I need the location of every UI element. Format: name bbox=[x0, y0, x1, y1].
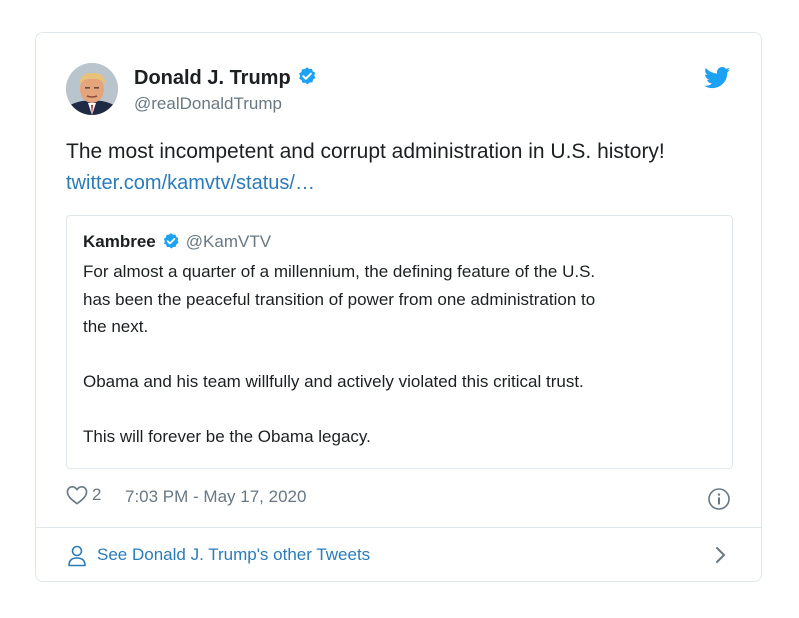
quoted-tweet-line: has been the peaceful transition of powe… bbox=[83, 289, 596, 309]
quoted-author-name: Kambree bbox=[83, 232, 156, 251]
tweet-link[interactable]: twitter.com/kamvtv/status/… bbox=[66, 172, 315, 195]
quoted-tweet-line: This will forever be the Obama legacy. bbox=[83, 427, 371, 446]
verified-badge-icon bbox=[162, 232, 180, 255]
twitter-bird-icon[interactable] bbox=[704, 67, 731, 89]
quoted-tweet-paragraph: Obama and his team willfully and activel… bbox=[83, 368, 584, 396]
profile-photo-icon bbox=[66, 63, 118, 115]
quoted-tweet-line: For almost a quarter of a millennium, th… bbox=[83, 262, 596, 281]
chevron-right-icon bbox=[716, 547, 725, 563]
embedded-tweet-card: Donald J. Trump @realDonaldTrump The mos… bbox=[35, 32, 762, 582]
info-icon[interactable] bbox=[707, 487, 731, 516]
tweet-text: The most incompetent and corrupt adminis… bbox=[66, 140, 665, 163]
see-other-tweets-link[interactable]: See Donald J. Trump's other Tweets bbox=[36, 528, 761, 582]
quoted-tweet-paragraph: For almost a quarter of a millennium, th… bbox=[83, 258, 595, 341]
author-avatar[interactable] bbox=[66, 63, 118, 115]
quoted-tweet-line: Obama and his team willfully and activel… bbox=[83, 372, 584, 391]
tweet-timestamp[interactable]: 7:03 PM - May 17, 2020 bbox=[125, 487, 306, 507]
person-icon bbox=[68, 545, 86, 567]
like-count: 2 bbox=[92, 485, 102, 504]
quoted-author-handle: @KamVTV bbox=[185, 232, 272, 251]
heart-icon bbox=[66, 485, 88, 505]
author-name-text[interactable]: Donald J. Trump bbox=[134, 67, 291, 89]
verified-badge-icon bbox=[297, 66, 317, 92]
like-button[interactable]: 2 bbox=[66, 485, 101, 505]
quoted-tweet-header: Kambree @KamVTV bbox=[83, 232, 271, 255]
author-handle[interactable]: @realDonaldTrump bbox=[134, 94, 282, 114]
quoted-tweet-line: the next. bbox=[83, 317, 149, 336]
author-name[interactable]: Donald J. Trump bbox=[134, 66, 317, 92]
quoted-tweet[interactable]: Kambree @KamVTV For almost a quarter of a… bbox=[66, 215, 733, 469]
see-other-tweets-label[interactable]: See Donald J. Trump's other Tweets bbox=[97, 545, 370, 565]
quoted-tweet-paragraph: This will forever be the Obama legacy. bbox=[83, 423, 371, 451]
